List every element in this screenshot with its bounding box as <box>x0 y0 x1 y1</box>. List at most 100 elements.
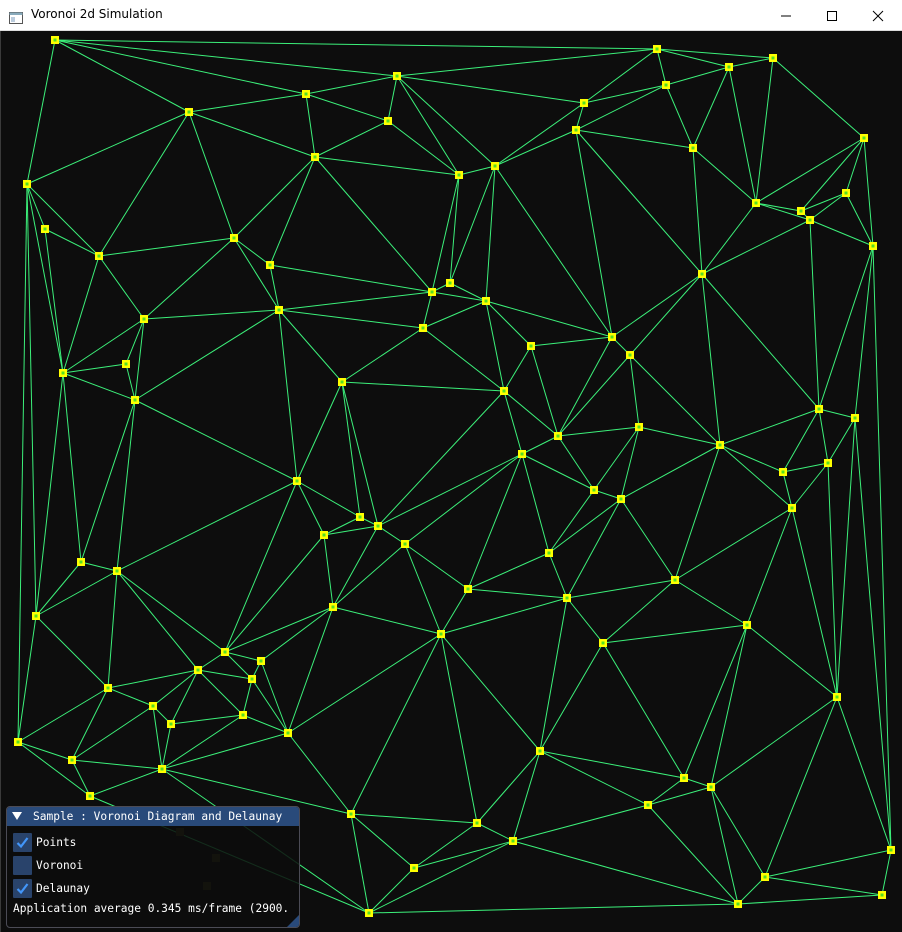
site-point <box>851 414 859 422</box>
delaunay-edge <box>35 561 82 617</box>
delaunay-edge <box>566 579 676 599</box>
delaunay-edge <box>575 102 585 131</box>
delaunay-edge <box>674 507 793 581</box>
voronoi-checkbox[interactable] <box>13 856 32 875</box>
delaunay-edge <box>80 561 118 572</box>
delaunay-edge <box>143 237 235 320</box>
delaunay-edge <box>341 381 361 518</box>
site-point <box>338 378 346 386</box>
site-point <box>293 477 301 485</box>
delaunay-edge <box>107 570 118 689</box>
delaunay-edge <box>323 534 334 608</box>
maximize-button[interactable] <box>809 0 855 31</box>
delaunay-edge <box>188 111 316 158</box>
delaunay-edge <box>710 786 766 878</box>
panel-titlebar[interactable]: Sample : Voronoi Diagram and Delaunay <box>7 807 299 826</box>
delaunay-label: Delaunay <box>36 882 90 895</box>
site-point <box>725 63 733 71</box>
delaunay-edge <box>665 84 694 149</box>
delaunay-edge <box>377 453 523 527</box>
site-point <box>518 450 526 458</box>
site-point <box>563 594 571 602</box>
delaunay-edge <box>296 381 343 482</box>
delaunay-edge <box>26 183 64 374</box>
site-point <box>545 549 553 557</box>
delaunay-edge <box>521 453 550 554</box>
site-point <box>860 134 868 142</box>
delaunay-edge <box>98 255 145 320</box>
delaunay-edge <box>62 363 127 374</box>
delaunay-edge <box>26 183 46 230</box>
delaunay-edge <box>35 570 118 617</box>
delaunay-edge <box>134 309 280 401</box>
site-point <box>356 513 364 521</box>
site-point <box>41 225 49 233</box>
delaunay-edge <box>224 534 325 653</box>
site-point <box>149 702 157 710</box>
delaunay-edge <box>62 372 82 563</box>
delaunay-edge <box>854 417 892 851</box>
delaunay-edge <box>782 408 820 473</box>
delaunay-edge <box>314 156 433 293</box>
site-point <box>689 144 697 152</box>
delaunay-edge <box>566 498 622 599</box>
points-label: Points <box>36 836 77 849</box>
delaunay-edge <box>494 129 577 167</box>
delaunay-edge <box>287 633 442 734</box>
site-point <box>662 81 670 89</box>
site-point <box>221 648 229 656</box>
site-point <box>887 846 895 854</box>
site-point <box>500 387 508 395</box>
delaunay-edge <box>260 606 334 662</box>
minimize-button[interactable] <box>763 0 809 31</box>
delaunay-edge <box>728 57 774 68</box>
delaunay-edge <box>503 390 523 455</box>
delaunay-edge <box>629 273 703 356</box>
site-point <box>257 657 265 665</box>
delaunay-checkbox[interactable] <box>13 879 32 898</box>
delaunay-edge <box>269 156 316 266</box>
delaunay-edge <box>116 570 226 653</box>
delaunay-edge <box>503 390 559 437</box>
delaunay-edge <box>827 462 838 698</box>
delaunay-edge <box>701 273 820 410</box>
delaunay-edge <box>476 750 541 824</box>
delaunay-edge <box>152 669 199 707</box>
site-point <box>554 432 562 440</box>
delaunay-edge <box>98 111 190 257</box>
site-point <box>824 459 832 467</box>
delaunay-edge <box>772 57 865 139</box>
close-button[interactable] <box>855 0 901 31</box>
site-point <box>509 837 517 845</box>
resize-grip-icon[interactable] <box>287 915 299 927</box>
delaunay-edge <box>251 678 289 734</box>
delaunay-edge <box>872 245 892 851</box>
site-point <box>707 783 715 791</box>
delaunay-edge <box>719 444 793 509</box>
delaunay-edge <box>512 840 739 905</box>
delaunay-edge <box>710 696 838 788</box>
delaunay-edge <box>575 129 613 338</box>
delaunay-edge <box>647 804 739 905</box>
points-checkbox[interactable] <box>13 833 32 852</box>
delaunay-edge <box>197 651 226 671</box>
delaunay-edge <box>512 750 541 842</box>
delaunay-edge <box>26 39 56 185</box>
delaunay-edge <box>476 822 514 842</box>
site-point <box>374 522 382 530</box>
delaunay-edge <box>224 651 262 662</box>
window-titlebar[interactable]: Voronoi 2d Simulation <box>0 0 902 31</box>
delaunay-edge <box>575 84 667 131</box>
imgui-sample-panel[interactable]: Sample : Voronoi Diagram and Delaunay Po… <box>6 806 300 928</box>
collapse-arrow-icon[interactable] <box>12 812 22 821</box>
site-point <box>68 756 76 764</box>
delaunay-edge <box>530 336 613 347</box>
delaunay-edge <box>107 687 154 707</box>
delaunay-edge <box>647 777 685 806</box>
delaunay-edge <box>422 300 487 329</box>
site-point <box>167 720 175 728</box>
delaunay-edge <box>539 750 649 806</box>
delaunay-edge <box>809 219 874 247</box>
delaunay-edge <box>494 102 585 167</box>
simulation-canvas[interactable] <box>1 31 901 931</box>
